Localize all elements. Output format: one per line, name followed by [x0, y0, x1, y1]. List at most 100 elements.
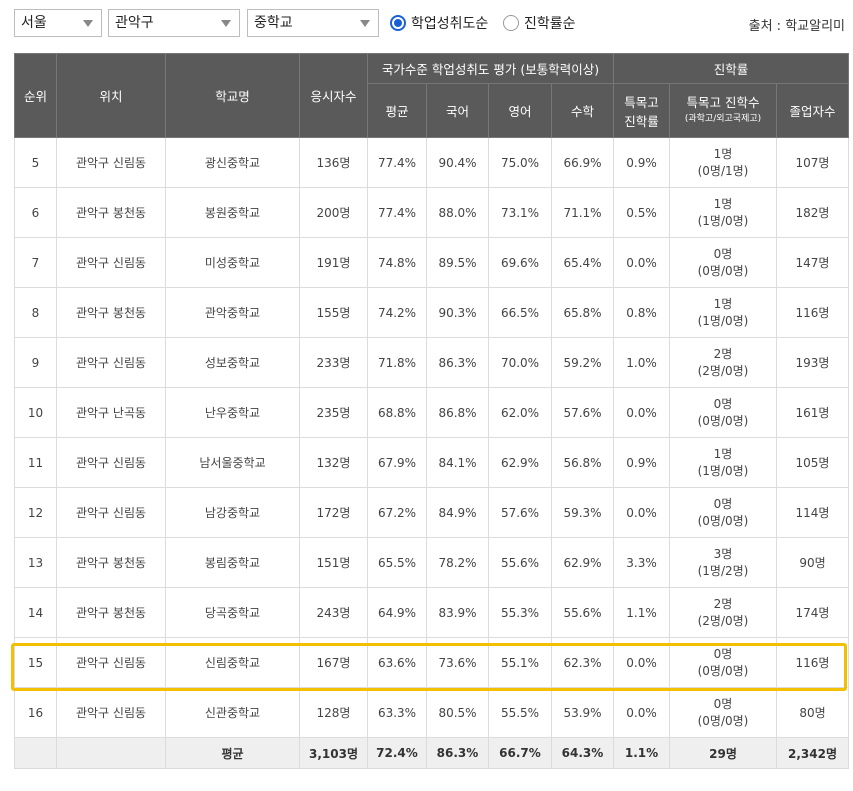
cell-special-count: 1명 (1명/0명) — [669, 437, 777, 488]
cell-location: 관악구 신림동 — [56, 237, 166, 288]
average-takers: 3,103명 — [299, 737, 368, 769]
cell-korean: 80.5% — [426, 687, 489, 738]
cell-rank: 7 — [14, 237, 57, 288]
cell-graduates: 174명 — [775, 587, 850, 638]
cell-school: 봉원중학교 — [165, 187, 300, 238]
cell-rank: 12 — [14, 487, 57, 538]
header-korean[interactable]: 국어 — [426, 83, 489, 138]
radio-selected-icon[interactable] — [390, 15, 406, 31]
special-count-split: (2명/0명) — [697, 613, 749, 628]
sort-achievement-label: 학업성취도순 — [411, 16, 489, 32]
header-math[interactable]: 수학 — [551, 83, 614, 138]
special-count-split: (0명/0명) — [697, 663, 749, 678]
cell-graduates: 116명 — [775, 637, 850, 688]
cell-graduates: 107명 — [775, 137, 850, 188]
cell-special-rate: 0.0% — [613, 387, 670, 438]
average-label: 평균 — [165, 737, 300, 769]
cell-korean: 73.6% — [426, 637, 489, 688]
table-row[interactable]: 12 관악구 신림동 남강중학교 172명 67.2% 84.9% 57.6% 59.3% 0.… — [14, 487, 850, 538]
table-row[interactable]: 8 관악구 봉천동 관악중학교 155명 74.2% 90.3% 66.5% 65.8% 0.8… — [14, 287, 850, 338]
table-row[interactable]: 7 관악구 신림동 미성중학교 191명 74.8% 89.5% 69.6% 65.4% 0.0… — [14, 237, 850, 288]
cell-location: 관악구 봉천동 — [56, 187, 166, 238]
header-school[interactable]: 학교명 — [165, 53, 300, 138]
sort-achievement-radio[interactable]: 학업성취도순 — [390, 12, 488, 34]
cell-average: 65.5% — [367, 537, 427, 588]
table-row[interactable]: 13 관악구 봉천동 봉림중학교 151명 65.5% 78.2% 55.6% 62.9% 3.… — [14, 537, 850, 588]
header-special-rate[interactable]: 특목고 진학률 — [613, 83, 670, 138]
table-row[interactable]: 11 관악구 신림동 남서울중학교 132명 67.9% 84.1% 62.9% 56.8% 0… — [14, 437, 850, 488]
table-row[interactable]: 9 관악구 신림동 성보중학교 233명 71.8% 86.3% 70.0% 59.2% 1.0… — [14, 337, 850, 388]
cell-takers: 235명 — [299, 387, 368, 438]
school-level-select[interactable]: 중학교 — [247, 9, 379, 37]
cell-korean: 78.2% — [426, 537, 489, 588]
header-english[interactable]: 영어 — [488, 83, 552, 138]
cell-english: 55.5% — [488, 687, 552, 738]
header-graduates[interactable]: 졸업자수 — [775, 83, 850, 138]
cell-math: 62.9% — [551, 537, 614, 588]
cell-special-count: 1명 (0명/1명) — [669, 137, 777, 188]
table-row[interactable]: 14 관악구 봉천동 당곡중학교 243명 64.9% 83.9% 55.3% 55.6% 1.… — [14, 587, 850, 638]
cell-special-count: 0명 (0명/0명) — [669, 237, 777, 288]
filter-toolbar: 서울 관악구 중학교 학업성취도순 진학률순 출처 : 학교알리미 — [0, 0, 853, 46]
average-math: 64.3% — [551, 737, 614, 769]
cell-takers: 172명 — [299, 487, 368, 538]
cell-school: 성보중학교 — [165, 337, 300, 388]
header-location[interactable]: 위치 — [56, 53, 166, 138]
sort-advancement-radio[interactable]: 진학률순 — [503, 12, 576, 34]
region-select[interactable]: 서울 — [14, 9, 102, 37]
cell-average: 68.8% — [367, 387, 427, 438]
special-count-total: 0명 — [713, 696, 733, 711]
cell-school: 관악중학교 — [165, 287, 300, 338]
cell-takers: 155명 — [299, 287, 368, 338]
cell-rank: 8 — [14, 287, 57, 338]
chevron-down-icon — [83, 20, 93, 27]
table-row[interactable]: 6 관악구 봉천동 봉원중학교 200명 77.4% 88.0% 73.1% 71.1% 0.5… — [14, 187, 850, 238]
cell-location: 관악구 난곡동 — [56, 387, 166, 438]
average-graduates: 2,342명 — [775, 737, 850, 769]
school-ranking-table: 순위 위치 학교명 응시자수 국가수준 학업성취도 평가 (보통학력이상) 진학… — [14, 53, 850, 769]
cell-graduates: 161명 — [775, 387, 850, 438]
radio-unselected-icon[interactable] — [503, 15, 519, 31]
district-select[interactable]: 관악구 — [108, 9, 240, 37]
special-count-total: 0명 — [713, 246, 733, 261]
special-count-total: 0명 — [713, 646, 733, 661]
region-select-value: 서울 — [21, 15, 47, 31]
cell-average: 67.9% — [367, 437, 427, 488]
cell-average: 71.8% — [367, 337, 427, 388]
cell-graduates: 193명 — [775, 337, 850, 388]
cell-graduates: 147명 — [775, 237, 850, 288]
cell-math: 65.4% — [551, 237, 614, 288]
average-special-count: 29명 — [669, 737, 777, 769]
table-row[interactable]: 16 관악구 신림동 신관중학교 128명 63.3% 80.5% 55.5% 53.9% 0.… — [14, 687, 850, 738]
header-special-count[interactable]: 특목고 진학수 (과학고/외고국제고) — [669, 83, 777, 138]
cell-location: 관악구 봉천동 — [56, 287, 166, 338]
special-count-split: (0명/0명) — [697, 513, 749, 528]
cell-school: 난우중학교 — [165, 387, 300, 438]
cell-english: 70.0% — [488, 337, 552, 388]
cell-english: 57.6% — [488, 487, 552, 538]
cell-korean: 84.9% — [426, 487, 489, 538]
cell-average: 74.8% — [367, 237, 427, 288]
cell-graduates: 105명 — [775, 437, 850, 488]
cell-school: 신관중학교 — [165, 687, 300, 738]
average-special-rate: 1.1% — [613, 737, 670, 769]
header-rank[interactable]: 순위 — [14, 53, 57, 138]
table-row[interactable]: 5 관악구 신림동 광신중학교 136명 77.4% 90.4% 75.0% 66.9% 0.9… — [14, 137, 850, 188]
header-special-count-label: 특목고 진학수 — [686, 94, 760, 110]
header-test-takers[interactable]: 응시자수 — [299, 53, 368, 138]
cell-special-count: 0명 (0명/0명) — [669, 487, 777, 538]
cell-takers: 136명 — [299, 137, 368, 188]
special-count-split: (1명/0명) — [697, 463, 749, 478]
cell-korean: 84.1% — [426, 437, 489, 488]
table-row[interactable]: 10 관악구 난곡동 난우중학교 235명 68.8% 86.8% 62.0% 57.6% 0.… — [14, 387, 850, 438]
cell-average: 77.4% — [367, 137, 427, 188]
cell-special-count: 3명 (1명/2명) — [669, 537, 777, 588]
header-average[interactable]: 평균 — [367, 83, 427, 138]
cell-average: 63.6% — [367, 637, 427, 688]
special-count-split: (1명/2명) — [697, 563, 749, 578]
cell-math: 55.6% — [551, 587, 614, 638]
school-level-select-value: 중학교 — [254, 15, 293, 31]
cell-special-rate: 0.0% — [613, 487, 670, 538]
table-row[interactable]: 15 관악구 신림동 신림중학교 167명 63.6% 73.6% 55.1% 62.3% 0.… — [14, 637, 850, 688]
cell-average: 64.9% — [367, 587, 427, 638]
